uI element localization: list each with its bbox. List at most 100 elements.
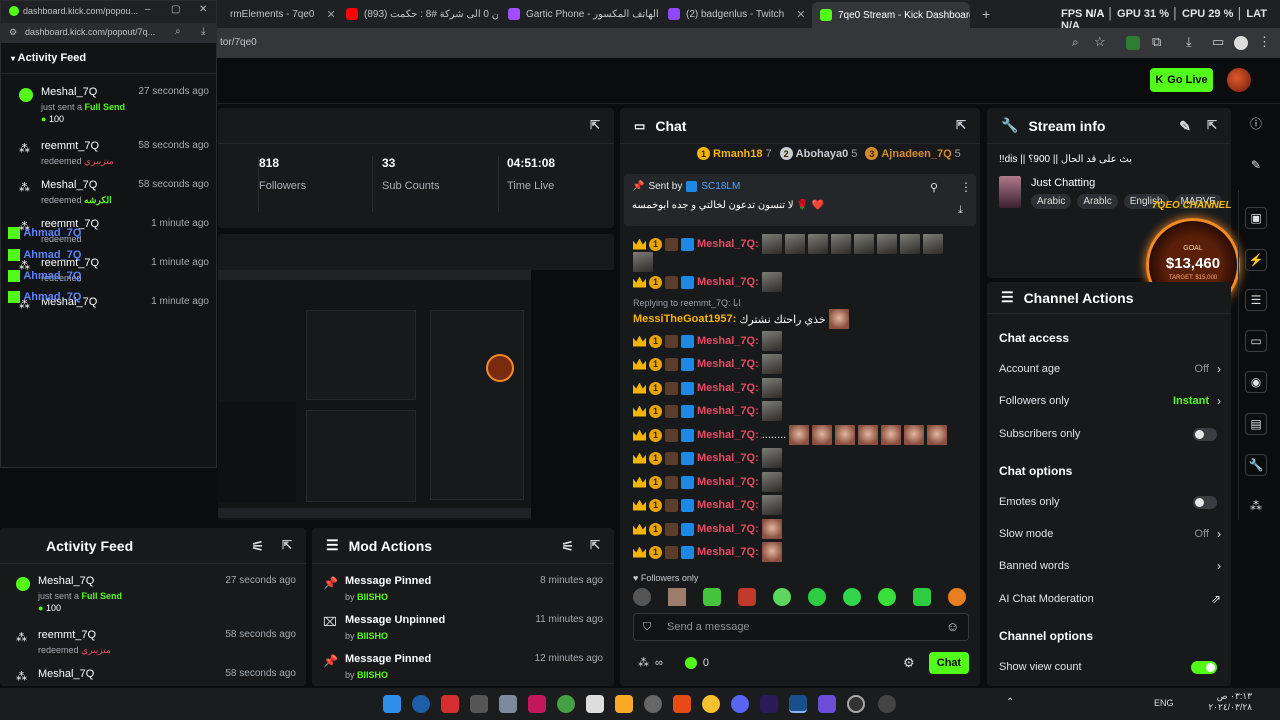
emote-icon[interactable]: [948, 588, 966, 606]
browser-tab-active[interactable]: 7qe0 Stream - Kick Dashboard✕: [812, 2, 970, 28]
browser-tab[interactable]: Gartic Phone - الهاتف المكسور✕: [500, 4, 658, 24]
zoom-icon[interactable]: ⌕: [1072, 35, 1079, 50]
slow-mode-setting[interactable]: Slow mode Off ›: [999, 524, 1221, 544]
feed-item[interactable]: Meshal_7Q 27 seconds ago just sent a Full…: [19, 86, 209, 124]
avatar[interactable]: [1227, 68, 1251, 92]
clock[interactable]: ٠٣:١٣ ص ٢٠٢٤/٠٣/٢٨: [1192, 691, 1252, 713]
search-icon[interactable]: [412, 695, 430, 713]
emote-icon[interactable]: [738, 588, 756, 606]
chat-icon[interactable]: ▭: [1245, 330, 1267, 352]
stream-category[interactable]: Just Chatting: [1031, 177, 1095, 189]
file-explorer-icon[interactable]: [615, 695, 633, 713]
popout-icon[interactable]: ⇱: [590, 118, 600, 132]
feed-item[interactable]: ⁂ reemmt_7Q 58 seconds ago redeemed متزيب…: [19, 140, 209, 178]
chat-settings-icon[interactable]: ⚙: [903, 655, 915, 671]
show-view-count-setting[interactable]: Show view count: [999, 657, 1221, 677]
close-tab-icon[interactable]: ✕: [326, 8, 334, 21]
chat-message[interactable]: 1 Meshal_7Q:........: [633, 425, 948, 445]
info-icon[interactable]: ⓘ: [1245, 112, 1267, 134]
bookmark-star-icon[interactable]: ☆: [1094, 34, 1106, 50]
brave-icon[interactable]: [673, 695, 691, 713]
chat-message[interactable]: 1 Meshal_7Q:: [633, 472, 782, 492]
chat-message[interactable]: 1 Meshal_7Q:: [633, 495, 782, 515]
mod-icon[interactable]: ▤: [1245, 413, 1267, 435]
popout-icon[interactable]: ⇱: [1207, 118, 1217, 132]
minimize-icon[interactable]: –: [145, 4, 151, 15]
feed-item[interactable]: ⁂ Meshal_7Q 58 seconds ago redeemed الكرش…: [19, 179, 209, 217]
chat-message[interactable]: 1 Meshal_7Q:: [633, 378, 782, 398]
chat-message[interactable]: MessiTheGoat1957: خذي راحتك نشترك: [633, 309, 849, 329]
subscribers-only-setting[interactable]: Subscribers only: [999, 424, 1221, 444]
app-icon[interactable]: [818, 695, 836, 713]
popout-icon[interactable]: ⇱: [282, 538, 292, 552]
emote-icon[interactable]: [808, 588, 826, 606]
chat-message[interactable]: 1 Meshal_7Q:: [633, 234, 943, 254]
settings-icon[interactable]: [499, 695, 517, 713]
leader-item[interactable]: 2 Abohaya0 5: [779, 147, 857, 160]
feed-item[interactable]: ⁂ Meshal_7Q 58 seconds ago: [16, 668, 296, 686]
close-tab-icon[interactable]: ✕: [796, 8, 805, 21]
extensions-puzzle-icon[interactable]: ⧉: [1152, 34, 1161, 50]
unpin-icon[interactable]: ⚲: [930, 181, 938, 194]
profile-icon[interactable]: [1234, 36, 1248, 50]
emotes-only-setting[interactable]: Emotes only: [999, 492, 1221, 512]
emotes-only-toggle[interactable]: [1193, 495, 1217, 509]
emote-icon[interactable]: [668, 588, 686, 606]
leader-item[interactable]: 3 Ajnadeen_7Q 5: [865, 147, 961, 160]
windows-start-icon[interactable]: [383, 695, 401, 713]
browser-tab[interactable]: (893) من 0 الى شركة #8 : حكمت✕: [338, 4, 498, 24]
followers-only-setting[interactable]: Followers only Instant ›: [999, 391, 1221, 411]
go-live-button[interactable]: K Go Live: [1150, 68, 1213, 92]
new-tab-button[interactable]: +: [974, 4, 994, 24]
edit-pencil-icon[interactable]: ✎: [1179, 118, 1191, 135]
more-options-icon[interactable]: ⋮: [960, 180, 972, 194]
chat-send-button[interactable]: Chat: [929, 652, 969, 674]
app-icon[interactable]: [586, 695, 604, 713]
chat-input[interactable]: ⛉ Send a message ☺: [633, 613, 969, 641]
lightning-icon[interactable]: ⚡: [1245, 249, 1267, 271]
obs-icon[interactable]: [847, 695, 865, 713]
app-icon[interactable]: [878, 695, 896, 713]
feed-item[interactable]: ⁂ reemmt_7Q 58 seconds ago redeemed متزيب…: [16, 629, 296, 667]
emote-icon[interactable]: [843, 588, 861, 606]
filter-icon[interactable]: ⚟: [561, 538, 574, 555]
filter-icon[interactable]: ⚟: [251, 538, 264, 555]
mod-action-item[interactable]: ⌧ Message Unpinned 11 minutes ago by BIIS…: [323, 614, 605, 650]
show-view-count-toggle[interactable]: [1191, 660, 1217, 674]
emote-icon[interactable]: [773, 588, 791, 606]
chat-message[interactable]: 1 Meshal_7Q:: [633, 331, 782, 351]
mod-action-item[interactable]: 📌 Message Pinned 8 minutes ago by BIISHO: [323, 575, 605, 611]
chat-message[interactable]: 1 Meshal_7Q:: [633, 354, 782, 374]
chat-message[interactable]: 1 Meshal_7Q:: [633, 272, 782, 292]
url-text[interactable]: tor/7qe0: [220, 37, 257, 48]
chat-message[interactable]: 1 Meshal_7Q:: [633, 448, 782, 468]
menu-dots-icon[interactable]: ⋮: [1258, 34, 1271, 50]
extension-icon[interactable]: [1126, 36, 1140, 50]
sidebar-icon[interactable]: ▭: [1212, 34, 1224, 50]
popout-icon[interactable]: ⇱: [956, 118, 966, 132]
app-icon[interactable]: [557, 695, 575, 713]
tools-icon[interactable]: 🔧: [1245, 454, 1267, 476]
chat-message[interactable]: 1 Meshal_7Q:: [633, 542, 782, 562]
app-icon[interactable]: [441, 695, 459, 713]
subscribers-only-toggle[interactable]: [1193, 427, 1217, 441]
account-age-setting[interactable]: Account age Off ›: [999, 359, 1221, 379]
emote-icon[interactable]: [913, 588, 931, 606]
emote-icon[interactable]: [878, 588, 896, 606]
banned-words-setting[interactable]: Banned words ›: [999, 556, 1221, 576]
chrome-icon[interactable]: [702, 695, 720, 713]
app-icon[interactable]: [644, 695, 662, 713]
popout-icon[interactable]: ⇱: [590, 538, 600, 552]
leader-item[interactable]: 1 Rmanh18 7: [697, 147, 772, 160]
emoji-icon[interactable]: ☺: [946, 619, 959, 634]
close-icon[interactable]: ✕: [199, 4, 207, 15]
emote-icon[interactable]: [703, 588, 721, 606]
app-icon[interactable]: [470, 695, 488, 713]
collapse-icon[interactable]: ⤓: [958, 204, 963, 217]
download-icon[interactable]: ⤓: [201, 26, 205, 37]
language-indicator[interactable]: ENG: [1154, 698, 1174, 708]
category-thumbnail[interactable]: [999, 176, 1021, 208]
zoom-icon[interactable]: ⌕: [175, 26, 181, 37]
feed-item[interactable]: Meshal_7Q 27 seconds ago just sent a Full…: [16, 575, 296, 613]
users-icon[interactable]: ⁂: [1245, 495, 1267, 517]
